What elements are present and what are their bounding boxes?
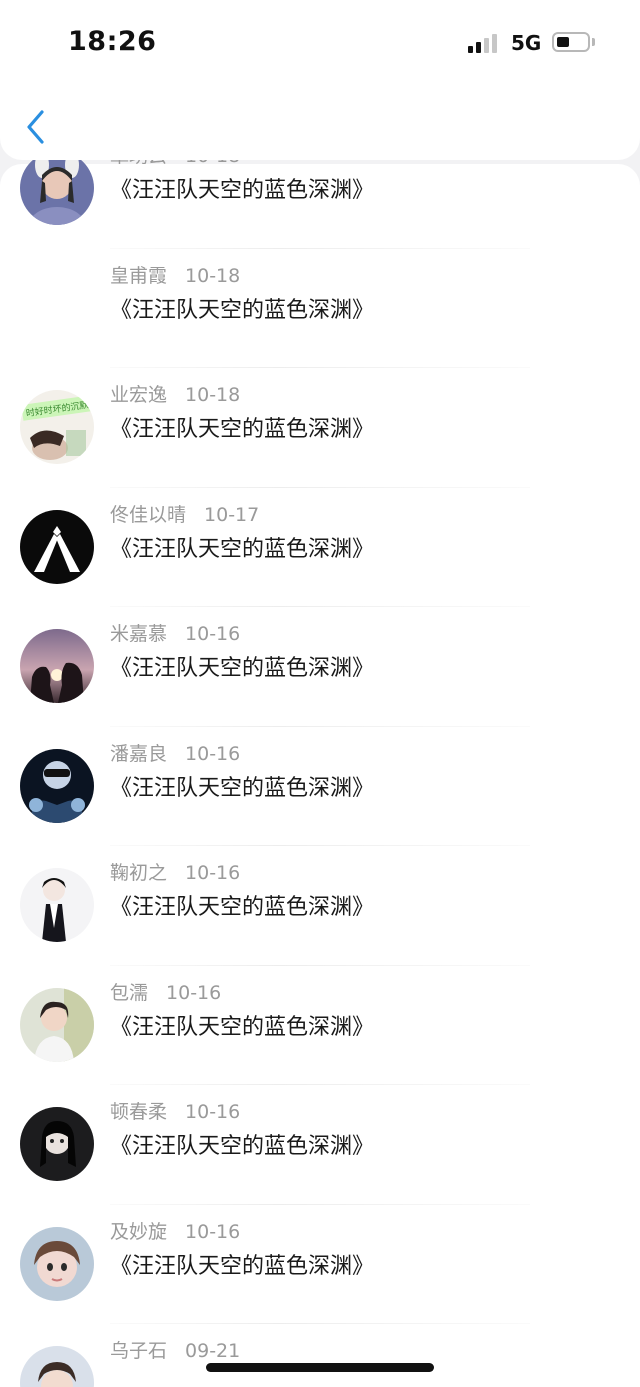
sender-meta: 及妙旋 10-16 [110, 1217, 240, 1244]
message-date: 10-16 [185, 1101, 241, 1123]
sender-name: 鞠初之 [110, 862, 168, 884]
dark-figure-avatar[interactable] [20, 748, 94, 823]
child-avatar[interactable] [20, 1346, 94, 1387]
sender-meta: 业宏逸 10-18 [110, 380, 240, 407]
status-time: 18:26 [68, 26, 157, 57]
message-text: 《汪汪队天空的蓝色深渊》 [110, 895, 375, 920]
sender-name: 及妙旋 [110, 1220, 168, 1243]
message-text: 《汪汪队天空的蓝色深渊》 [110, 417, 375, 442]
top-bar: 18:26 5G [0, 0, 640, 160]
home-indicator[interactable] [206, 1363, 434, 1372]
message-text: 《汪汪队天空的蓝色深渊》 [110, 656, 375, 681]
sender-name: 皇甫霞 [110, 264, 168, 287]
signal-icon [468, 33, 502, 53]
message-list[interactable]: 覃琇云10-18《汪汪队天空的蓝色深渊》皇甫霞10-18《汪汪队天空的蓝色深渊》… [0, 145, 640, 1387]
list-item[interactable]: 及妙旋 10-16 《汪汪队天空的蓝色深渊》 [0, 1205, 640, 1324]
sender-name: 米嘉慕 [110, 623, 168, 645]
list-item[interactable]: 乌子石 09-21 [0, 1324, 640, 1387]
screen: 18:26 5G 覃琇云10-18《汪汪队天空的蓝色深渊》皇甫霞10-18《汪汪… [0, 0, 640, 1387]
list-item[interactable]: 米嘉慕 10-16 《汪汪队天空的蓝色深渊》 [0, 607, 640, 727]
hands-avatar[interactable] [20, 509, 94, 584]
battery-cap [592, 38, 595, 46]
blank-avatar[interactable] [20, 270, 94, 345]
message-date: 10-18 [185, 384, 241, 406]
sender-meta: 包濡 10-16 [110, 978, 221, 1005]
message-date: 10-16 [185, 742, 241, 765]
message-text: 《汪汪队天空的蓝色深渊》 [110, 536, 375, 562]
list-item[interactable]: 时好时坏的沉默 业宏逸 10-18 《汪汪队天空的蓝色深渊》 [0, 368, 640, 488]
portrait-avatar-blue[interactable] [20, 151, 94, 225]
sunset-couple-avatar[interactable] [20, 629, 94, 703]
list-item[interactable]: 包濡 10-16 《汪汪队天空的蓝色深渊》 [0, 966, 640, 1085]
sender-meta: 乌子石 09-21 [110, 1336, 240, 1363]
list-item[interactable]: 潘嘉良 10-16 《汪汪队天空的蓝色深渊》 [0, 727, 640, 846]
sender-name: 潘嘉良 [110, 742, 168, 765]
sender-meta: 鞠初之 10-16 [110, 858, 240, 885]
selfie-avatar[interactable] [20, 1226, 94, 1301]
text-photo-avatar[interactable]: 时好时坏的沉默 [20, 390, 94, 464]
sender-meta: 顿春柔 10-16 [110, 1097, 240, 1124]
list-item[interactable]: 鞠初之 10-16 《汪汪队天空的蓝色深渊》 [0, 846, 640, 966]
message-text: 《汪汪队天空的蓝色深渊》 [110, 1253, 375, 1279]
message-text: 《汪汪队天空的蓝色深渊》 [110, 297, 375, 323]
message-date: 10-16 [166, 981, 222, 1004]
list-item[interactable]: 顿春柔 10-16 《汪汪队天空的蓝色深渊》 [0, 1085, 640, 1205]
message-text: 《汪汪队天空的蓝色深渊》 [110, 178, 375, 203]
back-button[interactable] [22, 108, 48, 148]
message-text: 《汪汪队天空的蓝色深渊》 [110, 775, 375, 801]
message-date: 10-16 [185, 623, 241, 645]
anime-boy-avatar[interactable] [20, 868, 94, 942]
message-date: 10-16 [185, 862, 241, 884]
list-item[interactable]: 佟佳以晴 10-17 《汪汪队天空的蓝色深渊》 [0, 488, 640, 607]
message-date: 10-18 [185, 264, 241, 287]
sender-name: 业宏逸 [110, 384, 168, 406]
sender-meta: 潘嘉良 10-16 [110, 739, 240, 766]
dark-girl-avatar[interactable] [20, 1107, 94, 1181]
battery-icon [552, 32, 590, 52]
message-date: 09-21 [185, 1340, 241, 1362]
list-item[interactable]: 皇甫霞 10-18 《汪汪队天空的蓝色深渊》 [0, 249, 640, 368]
sender-name: 佟佳以晴 [110, 503, 187, 526]
girl-photo-avatar[interactable] [20, 987, 94, 1062]
message-date: 10-16 [185, 1220, 241, 1243]
sender-meta: 皇甫霞 10-18 [110, 261, 240, 288]
sender-meta: 米嘉慕 10-16 [110, 619, 240, 646]
sender-name: 顿春柔 [110, 1101, 168, 1123]
chevron-left-icon [27, 110, 44, 144]
sender-name: 乌子石 [110, 1340, 168, 1362]
sender-meta: 佟佳以晴 10-17 [110, 500, 259, 527]
message-date: 10-17 [204, 503, 260, 526]
sender-name: 包濡 [110, 981, 149, 1004]
message-text: 《汪汪队天空的蓝色深渊》 [110, 1014, 375, 1040]
message-text: 《汪汪队天空的蓝色深渊》 [110, 1134, 375, 1159]
network-type: 5G [511, 31, 542, 55]
